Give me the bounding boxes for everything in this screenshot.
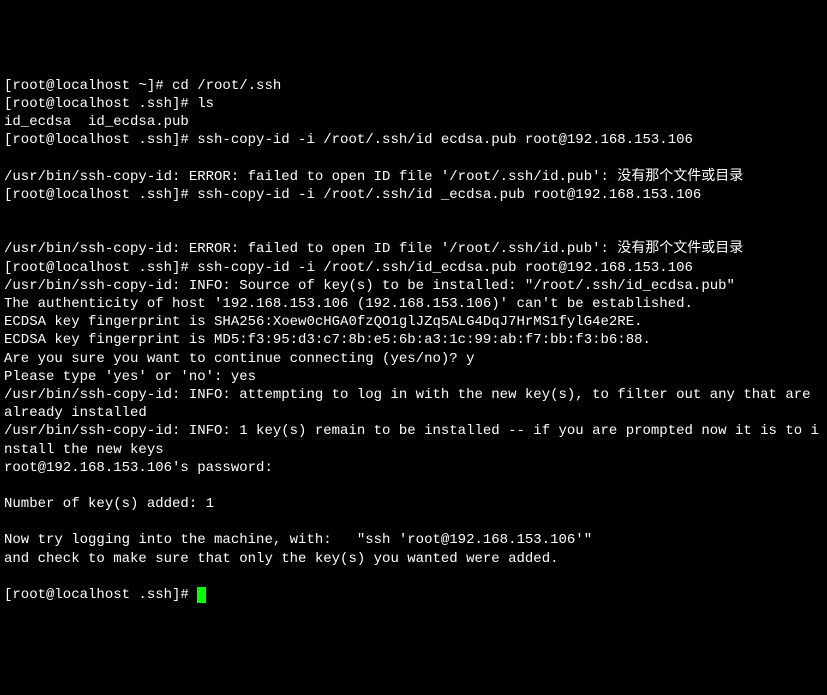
- terminal-line: and check to make sure that only the key…: [4, 550, 823, 568]
- shell-prompt: [root@localhost .ssh]#: [4, 587, 197, 603]
- terminal-line: root@192.168.153.106's password:: [4, 459, 823, 477]
- terminal-line: [root@localhost .ssh]# ssh-copy-id -i /r…: [4, 186, 823, 204]
- terminal-line: Please type 'yes' or 'no': yes: [4, 368, 823, 386]
- terminal-line: The authenticity of host '192.168.153.10…: [4, 295, 823, 313]
- terminal-line: /usr/bin/ssh-copy-id: INFO: attempting t…: [4, 386, 823, 422]
- terminal[interactable]: [root@localhost ~]# cd /root/.ssh[root@l…: [4, 77, 823, 604]
- terminal-line: Number of key(s) added: 1: [4, 495, 823, 513]
- terminal-line: id_ecdsa id_ecdsa.pub: [4, 113, 823, 131]
- terminal-line: [4, 204, 823, 222]
- terminal-line: /usr/bin/ssh-copy-id: ERROR: failed to o…: [4, 240, 823, 258]
- terminal-line: [root@localhost .ssh]# ssh-copy-id -i /r…: [4, 131, 823, 149]
- terminal-line: [4, 477, 823, 495]
- terminal-line: Are you sure you want to continue connec…: [4, 350, 823, 368]
- terminal-line: ECDSA key fingerprint is SHA256:Xoew0cHG…: [4, 313, 823, 331]
- terminal-line: [4, 513, 823, 531]
- terminal-line: [root@localhost .ssh]# ssh-copy-id -i /r…: [4, 259, 823, 277]
- terminal-output: [root@localhost ~]# cd /root/.ssh[root@l…: [4, 77, 823, 586]
- terminal-line: [4, 150, 823, 168]
- cursor: [197, 587, 206, 603]
- terminal-line: ECDSA key fingerprint is MD5:f3:95:d3:c7…: [4, 331, 823, 349]
- terminal-line: /usr/bin/ssh-copy-id: INFO: Source of ke…: [4, 277, 823, 295]
- terminal-line: [root@localhost .ssh]# ls: [4, 95, 823, 113]
- terminal-line: [4, 568, 823, 586]
- terminal-line: /usr/bin/ssh-copy-id: INFO: 1 key(s) rem…: [4, 422, 823, 458]
- terminal-line: [root@localhost ~]# cd /root/.ssh: [4, 77, 823, 95]
- terminal-line: Now try logging into the machine, with: …: [4, 531, 823, 549]
- terminal-line: [4, 222, 823, 240]
- terminal-line: /usr/bin/ssh-copy-id: ERROR: failed to o…: [4, 168, 823, 186]
